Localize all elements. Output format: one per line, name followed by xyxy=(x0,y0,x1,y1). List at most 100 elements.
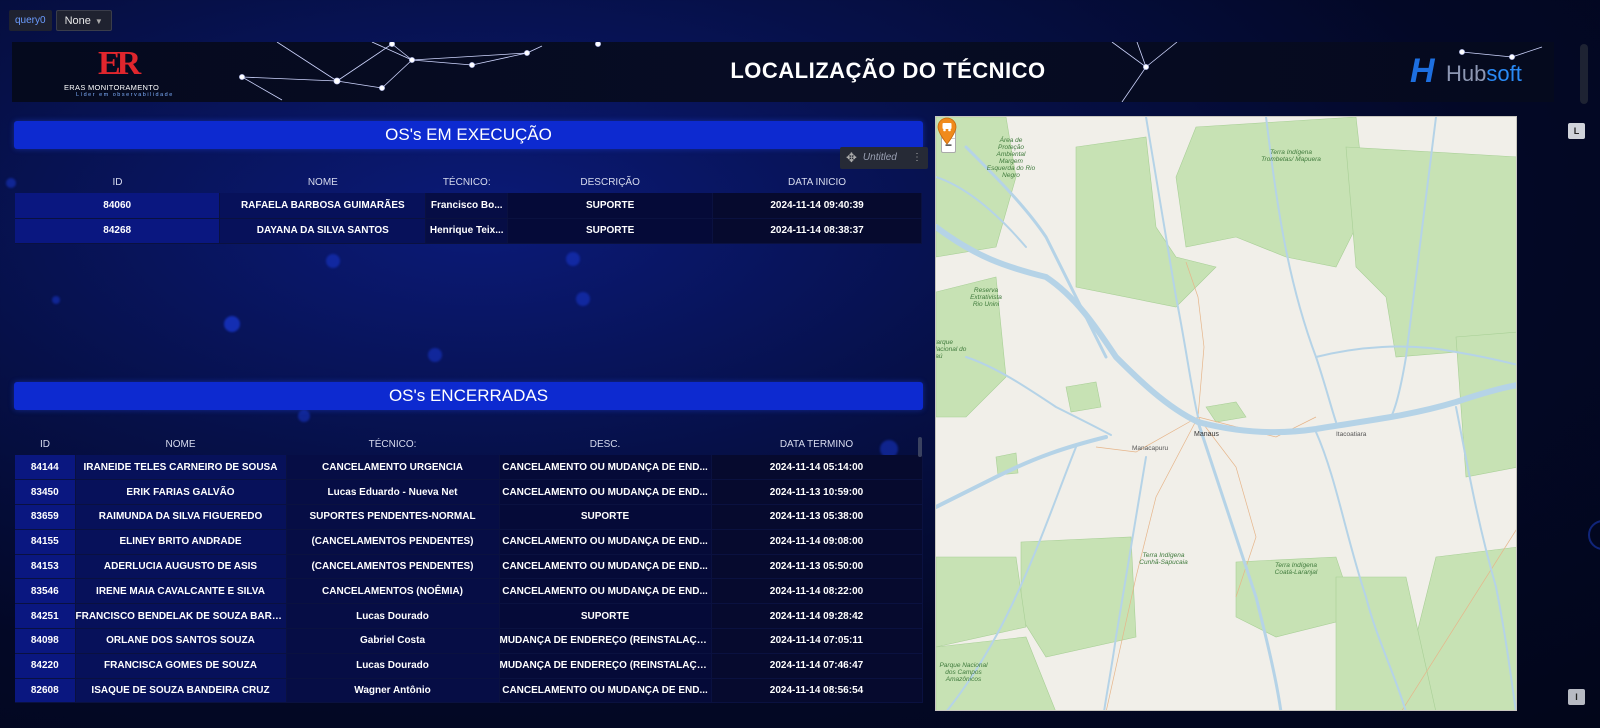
bg-dot xyxy=(576,292,590,306)
bg-ring xyxy=(1588,520,1600,550)
closed-cell: ERIK FARIAS GALVÃO xyxy=(75,479,287,506)
town-label: Manacapuru xyxy=(1132,445,1169,452)
closed-cell: SUPORTES PENDENTES-NORMAL xyxy=(286,504,500,530)
map-label: Área de Proteção Ambiental Margem Esquer… xyxy=(986,137,1036,179)
column-header[interactable]: ID xyxy=(15,433,75,455)
closed-cell: 84144 xyxy=(15,455,76,481)
closed-cell: CANCELAMENTOS (NOÊMIA) xyxy=(286,578,500,605)
closed-cell: 84098 xyxy=(15,628,76,654)
bg-dot xyxy=(428,348,442,362)
closed-cell: ELINEY BRITO ANDRADE xyxy=(75,529,287,555)
executing-cell: 2024-11-14 08:38:37 xyxy=(712,218,922,244)
query-variable-value: None xyxy=(64,15,91,27)
map-label: Terra Indígena Cunhã-Sapucaia xyxy=(1139,552,1188,566)
column-header[interactable]: ID xyxy=(15,171,220,193)
column-header[interactable]: DATA INICIO xyxy=(713,171,922,193)
hubsoft-logo: H Hubsoft xyxy=(1410,52,1540,90)
closed-cell: 83659 xyxy=(15,504,76,530)
eras-logo-tagline: Líder em observabilidade xyxy=(76,92,174,98)
header-banner: ER ERAS MONITORAMENTO Líder em observabi… xyxy=(12,42,1554,102)
closed-cell: 84155 xyxy=(15,529,76,555)
closed-cell: 2024-11-14 07:46:47 xyxy=(711,653,923,679)
closed-cell: 2024-11-14 08:56:54 xyxy=(711,678,923,704)
table-row[interactable]: 84220 FRANCISCA GOMES DE SOUZA Lucas Doura… xyxy=(15,653,923,679)
closed-cell: RAIMUNDA DA SILVA FIGUEREDO xyxy=(75,504,287,530)
closed-cell: 83450 xyxy=(15,479,76,506)
column-header[interactable]: NOME xyxy=(220,171,426,193)
town-label: Itacoatiara xyxy=(1336,431,1367,438)
column-header[interactable]: NOME xyxy=(75,433,286,455)
city-label: Manaus xyxy=(1194,431,1219,438)
kebab-menu-icon[interactable]: ⋮ xyxy=(912,147,922,169)
executing-cell: 2024-11-14 09:40:39 xyxy=(712,193,922,219)
closed-cell: IRANEIDE TELES CARNEIRO DE SOUSA xyxy=(75,455,287,481)
closed-cell: 2024-11-13 05:50:00 xyxy=(711,554,923,580)
column-header[interactable]: DATA TERMINO xyxy=(711,433,922,455)
closed-cell: CANCELAMENTO OU MUDANÇA DE END... xyxy=(499,578,712,605)
column-header[interactable]: DESCRIÇÃO xyxy=(508,171,713,193)
closed-cell: 84220 xyxy=(15,653,76,679)
executing-cell: Henrique Teix... xyxy=(425,218,509,244)
column-header[interactable]: TÉCNICO: xyxy=(426,171,508,193)
executing-cell: RAFAELA BARBOSA GUIMARÃES xyxy=(219,193,427,219)
query-variable-select[interactable]: None ▼ xyxy=(55,10,112,31)
info-button[interactable]: I xyxy=(1568,689,1585,705)
table-scrollbar[interactable] xyxy=(918,437,922,457)
query-bar: query0 None ▼ xyxy=(9,10,112,31)
closed-cell: CANCELAMENTO OU MUDANÇA DE END... xyxy=(499,455,712,481)
executing-cell: 84268 xyxy=(15,218,221,244)
closed-section-title: OS's ENCERRADAS xyxy=(14,382,923,410)
page-title: LOCALIZAÇÃO DO TÉCNICO xyxy=(730,58,1046,83)
bg-dot xyxy=(566,252,580,266)
table-row[interactable]: 84098 ORLANE DOS SANTOS SOUZA Gabriel Cost… xyxy=(15,628,923,654)
closed-cell: 84251 xyxy=(15,603,76,630)
table-row[interactable]: 84155 ELINEY BRITO ANDRADE (CANCELAMENTOS … xyxy=(15,529,923,555)
closed-cell: CANCELAMENTO URGENCIA xyxy=(286,455,500,481)
executing-cell: SUPORTE xyxy=(507,193,714,219)
table-row[interactable]: 84153 ADERLUCIA AUGUSTO DE ASIS (CANCELAME… xyxy=(15,554,923,580)
table-row[interactable]: 83546 IRENE MAIA CAVALCANTE E SILVA CANCEL… xyxy=(15,578,923,605)
closed-cell: FRANCISCA GOMES DE SOUZA xyxy=(75,653,287,679)
hubsoft-logo-name: Hubsoft xyxy=(1446,61,1522,86)
closed-cell: 2024-11-13 10:59:00 xyxy=(711,479,923,506)
eras-logo-name: ERAS MONITORAMENTO xyxy=(64,83,160,92)
executing-table: ID NOME TÉCNICO: DESCRIÇÃO DATA INICIO 84060… xyxy=(15,171,922,244)
column-header[interactable]: DESC. xyxy=(499,433,711,455)
closed-cell: MUDANÇA DE ENDEREÇO (REINSTALAÇÃ... xyxy=(499,653,712,679)
table-row[interactable]: 84060 RAFAELA BARBOSA GUIMARÃES Francisco … xyxy=(15,193,922,219)
layer-toggle-button[interactable]: L xyxy=(1568,123,1585,139)
closed-cell: Lucas Dourado xyxy=(286,603,500,630)
table-header-row: ID NOME TÉCNICO: DESCRIÇÃO DATA INICIO xyxy=(15,171,922,193)
closed-cell: CANCELAMENTO OU MUDANÇA DE END... xyxy=(499,479,712,506)
table-row[interactable]: 83659 RAIMUNDA DA SILVA FIGUEREDO SUPORTES… xyxy=(15,504,923,530)
executing-cell: SUPORTE xyxy=(507,218,714,244)
table-row[interactable]: 84251 FRANCISCO BENDELAK DE SOUZA BARB...… xyxy=(15,603,923,630)
column-header[interactable]: TÉCNICO: xyxy=(286,433,499,455)
closed-cell: Lucas Dourado xyxy=(286,653,500,679)
closed-cell: Wagner Antônio xyxy=(286,678,500,704)
closed-cell: ISAQUE DE SOUZA BANDEIRA CRUZ xyxy=(75,678,287,704)
table-row[interactable]: 84268 DAYANA DA SILVA SANTOS Henrique Teix… xyxy=(15,218,922,244)
map-label: Parque Nacional do Jaú xyxy=(935,339,967,360)
table-row[interactable]: 84144 IRANEIDE TELES CARNEIRO DE SOUSA CAN… xyxy=(15,455,923,481)
technician-pin-icon[interactable] xyxy=(936,117,958,145)
page-scrollbar[interactable] xyxy=(1580,44,1588,104)
closed-cell: FRANCISCO BENDELAK DE SOUZA BARB... xyxy=(75,603,287,630)
closed-cell: 82608 xyxy=(15,678,76,704)
closed-cell: Lucas Eduardo - Nueva Net xyxy=(286,479,500,506)
map-view[interactable]: + − Área de Proteção Ambiental Margem Es… xyxy=(935,116,1517,711)
executing-section-title: OS's EM EXECUÇÃO xyxy=(14,121,923,149)
table-row[interactable]: 82608 ISAQUE DE SOUZA BANDEIRA CRUZ Wagner… xyxy=(15,678,923,704)
chevron-down-icon: ▼ xyxy=(94,17,103,26)
map-tiles xyxy=(936,117,1516,710)
closed-cell: (CANCELAMENTOS PENDENTES) xyxy=(286,554,500,580)
table-row[interactable]: 83450 ERIK FARIAS GALVÃO Lucas Eduardo - N… xyxy=(15,479,923,506)
closed-cell: ADERLUCIA AUGUSTO DE ASIS xyxy=(75,554,287,580)
move-icon[interactable]: ✥ xyxy=(846,147,857,169)
bg-dot xyxy=(224,316,240,332)
closed-cell: 84153 xyxy=(15,554,76,580)
closed-cell: CANCELAMENTO OU MUDANÇA DE END... xyxy=(499,678,712,704)
panel-chip[interactable]: ✥ Untitled ⋮ xyxy=(840,147,928,169)
executing-cell: 84060 xyxy=(15,193,221,219)
closed-cell: MUDANÇA DE ENDEREÇO (REINSTALAÇÃ... xyxy=(499,628,712,654)
